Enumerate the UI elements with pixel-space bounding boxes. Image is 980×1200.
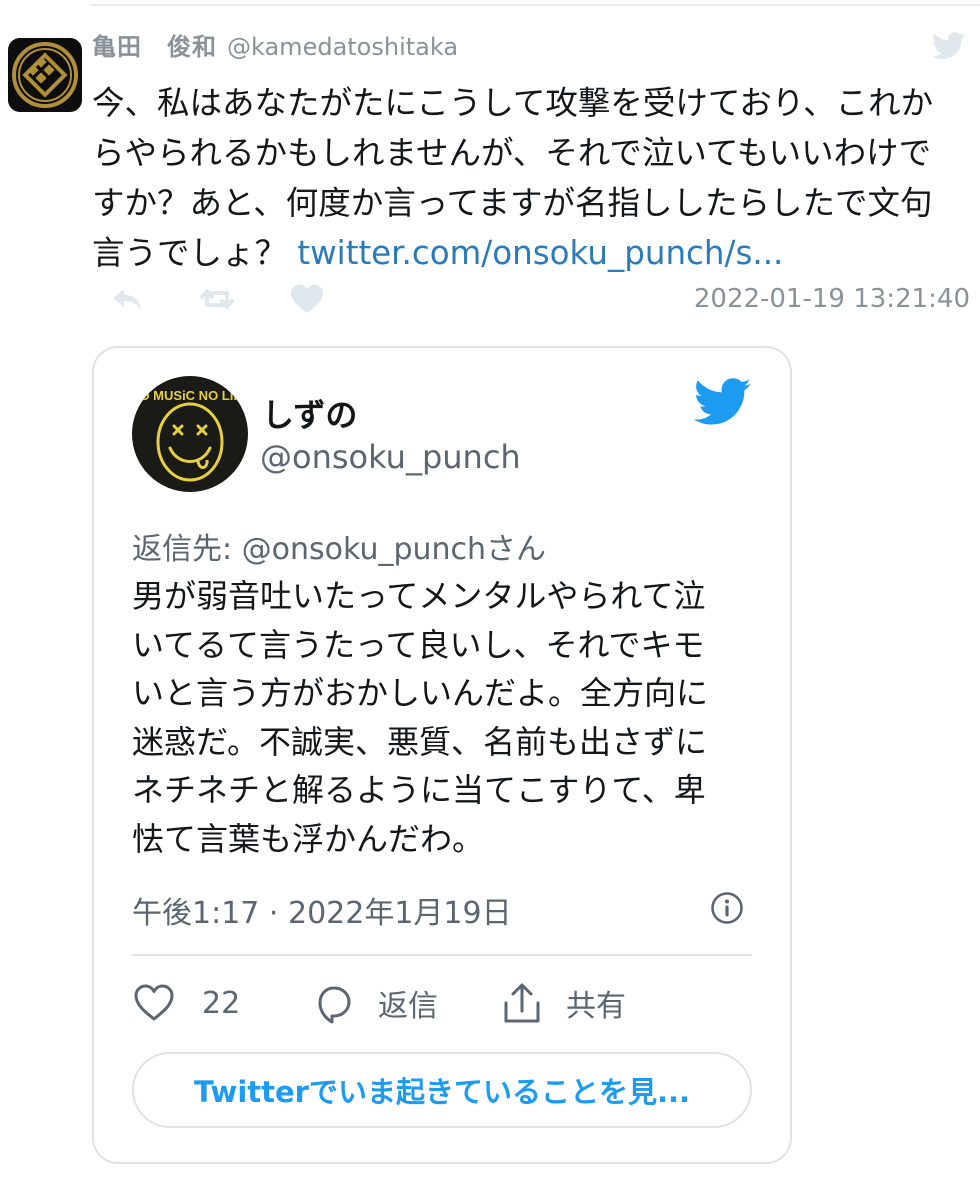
- twitter-bird-icon[interactable]: [932, 32, 966, 60]
- embedded-author-handle[interactable]: @onsoku_punch: [260, 438, 521, 476]
- reply-icon[interactable]: [108, 282, 146, 316]
- reply-to-label[interactable]: 返信先: @onsoku_punchさん: [132, 524, 546, 568]
- embedded-author-avatar[interactable]: NO MUSiC NO LIFE: [132, 376, 248, 492]
- embedded-text-line: ネチネチと解るように当てこすりて、卑: [132, 771, 706, 809]
- card-divider: [132, 954, 752, 956]
- share-icon: [504, 983, 540, 1023]
- tweet-text-line: 今、私はあなたがたにこうして攻撃を受けており、これか: [92, 84, 934, 122]
- embedded-text-line: 男が弱音吐いたってメンタルやられて泣: [132, 577, 706, 615]
- tweet-timestamp: 2022-01-19 13:21:40: [693, 284, 970, 314]
- like-count: 22: [202, 985, 241, 1021]
- reply-button[interactable]: 返信: [312, 980, 438, 1026]
- tweet-link[interactable]: twitter.com/onsoku_punch/s...: [297, 234, 783, 272]
- info-icon[interactable]: [710, 891, 744, 925]
- reply-label: 返信: [378, 989, 438, 1024]
- tweet-text-segment: 言うでしょ？: [92, 234, 298, 272]
- avatar-logo-text: NO MUSiC NO LIFE: [132, 388, 248, 403]
- tweet-text-line: らやられるかもしれませんが、それで泣いてもいいわけで: [92, 134, 932, 172]
- view-on-twitter-button[interactable]: Twitterでいま起きていることを見...: [132, 1052, 752, 1128]
- tweet-text-line: すか？あと、何度か言ってますが名指ししたらしたで文句: [92, 184, 933, 222]
- author-handle[interactable]: @kamedatoshitaka: [227, 33, 458, 61]
- author-avatar[interactable]: [8, 38, 82, 112]
- crest-emblem-icon: [12, 42, 78, 108]
- retweet-icon[interactable]: [198, 282, 236, 316]
- embedded-tweet-card[interactable]: NO MUSiC NO LIFE しずの @onsoku_punch 返信先: …: [92, 346, 792, 1164]
- author-line: 亀田 俊和 @kamedatoshitaka: [92, 32, 892, 62]
- embedded-tweet-text: 男が弱音吐いたってメンタルやられて泣 いてるて言うたって良いし、それでキモ いと…: [132, 572, 732, 863]
- embedded-text-line: いてるて言うたって良いし、それでキモ: [132, 625, 705, 664]
- embedded-tweet-time[interactable]: 午後1:17 · 2022年1月19日: [132, 888, 512, 932]
- like-icon[interactable]: [288, 282, 326, 316]
- embedded-author-name[interactable]: しずの: [262, 390, 357, 436]
- comment-icon: [318, 986, 351, 1024]
- share-button[interactable]: 共有: [500, 980, 626, 1026]
- twitter-bird-icon[interactable]: [694, 378, 752, 426]
- share-label: 共有: [566, 989, 626, 1024]
- tweet-page: 亀田 俊和 @kamedatoshitaka 今、私はあなたがたにこうして攻撃を受…: [0, 0, 980, 1200]
- like-button[interactable]: 22: [132, 980, 240, 1026]
- heart-icon: [134, 984, 174, 1021]
- embedded-text-line: いと言う方がおかしいんだよ。全方向に: [132, 674, 709, 712]
- tweet-text-line: 言うでしょ？ twitter.com/onsoku_punch/s...: [92, 228, 962, 278]
- tweet-actions: [108, 282, 378, 318]
- embedded-tweet-actions: 22 返信 共有: [132, 980, 752, 1026]
- top-divider: [90, 4, 980, 6]
- tweet-text: 今、私はあなたがたにこうして攻撃を受けており、これか らやられるかもしれませんが…: [92, 78, 962, 278]
- smiley-logo-icon: NO MUSiC NO LIFE: [132, 376, 248, 492]
- embedded-text-line: 迷惑だ。不誠実、悪質、名前も出さずに: [132, 722, 708, 761]
- embedded-text-line: 怯て言葉も浮かんだわ。: [132, 819, 485, 858]
- author-name[interactable]: 亀田 俊和: [92, 33, 217, 61]
